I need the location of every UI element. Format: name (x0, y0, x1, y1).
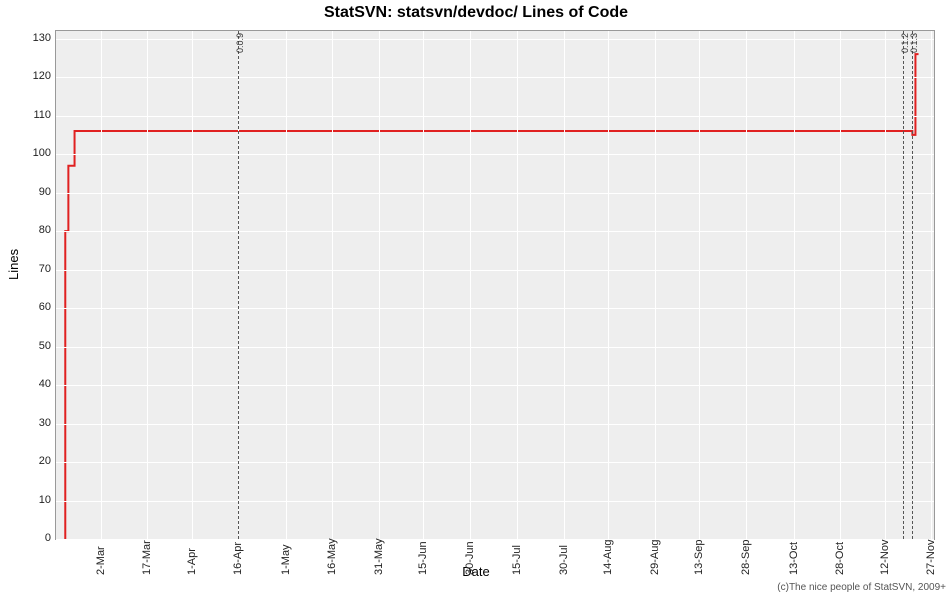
gridline-v (286, 31, 287, 539)
gridline-h (56, 231, 934, 232)
y-tick-label: 120 (11, 70, 51, 82)
gridline-h (56, 424, 934, 425)
gridline-v (699, 31, 700, 539)
x-tick-label: 1-Apr (186, 548, 198, 575)
x-tick-label: 15-Jun (417, 541, 429, 575)
gridline-h (56, 347, 934, 348)
gridline-h (56, 539, 934, 540)
gridline-h (56, 385, 934, 386)
y-tick-label: 0 (11, 532, 51, 544)
x-tick-label: 28-Oct (834, 542, 846, 575)
gridline-v (332, 31, 333, 539)
series-line (65, 54, 918, 539)
gridline-v (379, 31, 380, 539)
x-tick-label: 14-Aug (602, 540, 614, 575)
gridline-v (423, 31, 424, 539)
credit-text: (c)The nice people of StatSVN, 2009+ (777, 582, 946, 593)
y-tick-label: 10 (11, 494, 51, 506)
gridline-v (608, 31, 609, 539)
x-tick-label: 2-Mar (95, 546, 107, 575)
x-tick-label: 13-Oct (788, 542, 800, 575)
y-tick-label: 30 (11, 417, 51, 429)
gridline-v (517, 31, 518, 539)
x-tick-label: 28-Sep (740, 540, 752, 575)
gridline-h (56, 308, 934, 309)
y-tick-label: 90 (11, 186, 51, 198)
gridline-v (101, 31, 102, 539)
gridline-h (56, 501, 934, 502)
x-tick-label: 17-Mar (141, 540, 153, 575)
gridline-h (56, 116, 934, 117)
version-marker-line (903, 31, 904, 539)
x-tick-label: 1-May (280, 544, 292, 575)
version-marker-label: 0.1.3 (909, 33, 919, 53)
y-tick-label: 100 (11, 147, 51, 159)
gridline-v (840, 31, 841, 539)
gridline-v (931, 31, 932, 539)
y-tick-label: 80 (11, 224, 51, 236)
y-tick-label: 40 (11, 378, 51, 390)
gridline-v (564, 31, 565, 539)
y-tick-label: 50 (11, 340, 51, 352)
version-marker-label: 0.0.9 (235, 33, 245, 53)
gridline-h (56, 39, 934, 40)
y-tick-label: 20 (11, 455, 51, 467)
gridline-v (470, 31, 471, 539)
x-tick-label: 30-Jun (464, 541, 476, 575)
x-tick-label: 15-Jul (511, 545, 523, 575)
gridline-h (56, 270, 934, 271)
gridline-v (655, 31, 656, 539)
x-tick-label: 27-Nov (925, 540, 937, 575)
gridline-v (885, 31, 886, 539)
gridline-h (56, 193, 934, 194)
x-tick-label: 29-Aug (649, 540, 661, 575)
gridline-h (56, 462, 934, 463)
y-tick-label: 70 (11, 263, 51, 275)
version-marker-line (238, 31, 239, 539)
gridline-v (147, 31, 148, 539)
x-tick-label: 31-May (373, 538, 385, 575)
x-tick-label: 30-Jul (558, 545, 570, 575)
chart-title: StatSVN: statsvn/devdoc/ Lines of Code (0, 4, 952, 22)
x-tick-label: 13-Sep (693, 540, 705, 575)
x-tick-label: 12-Nov (879, 540, 891, 575)
gridline-h (56, 154, 934, 155)
version-marker-line (912, 31, 913, 539)
y-tick-label: 110 (11, 109, 51, 121)
gridline-v (192, 31, 193, 539)
gridline-h (56, 77, 934, 78)
y-tick-label: 130 (11, 32, 51, 44)
gridline-v (794, 31, 795, 539)
x-tick-label: 16-May (326, 538, 338, 575)
gridline-v (746, 31, 747, 539)
x-tick-label: 16-Apr (232, 542, 244, 575)
plot-area: 2-Mar17-Mar1-Apr16-Apr1-May16-May31-May1… (55, 30, 935, 540)
y-tick-label: 60 (11, 301, 51, 313)
